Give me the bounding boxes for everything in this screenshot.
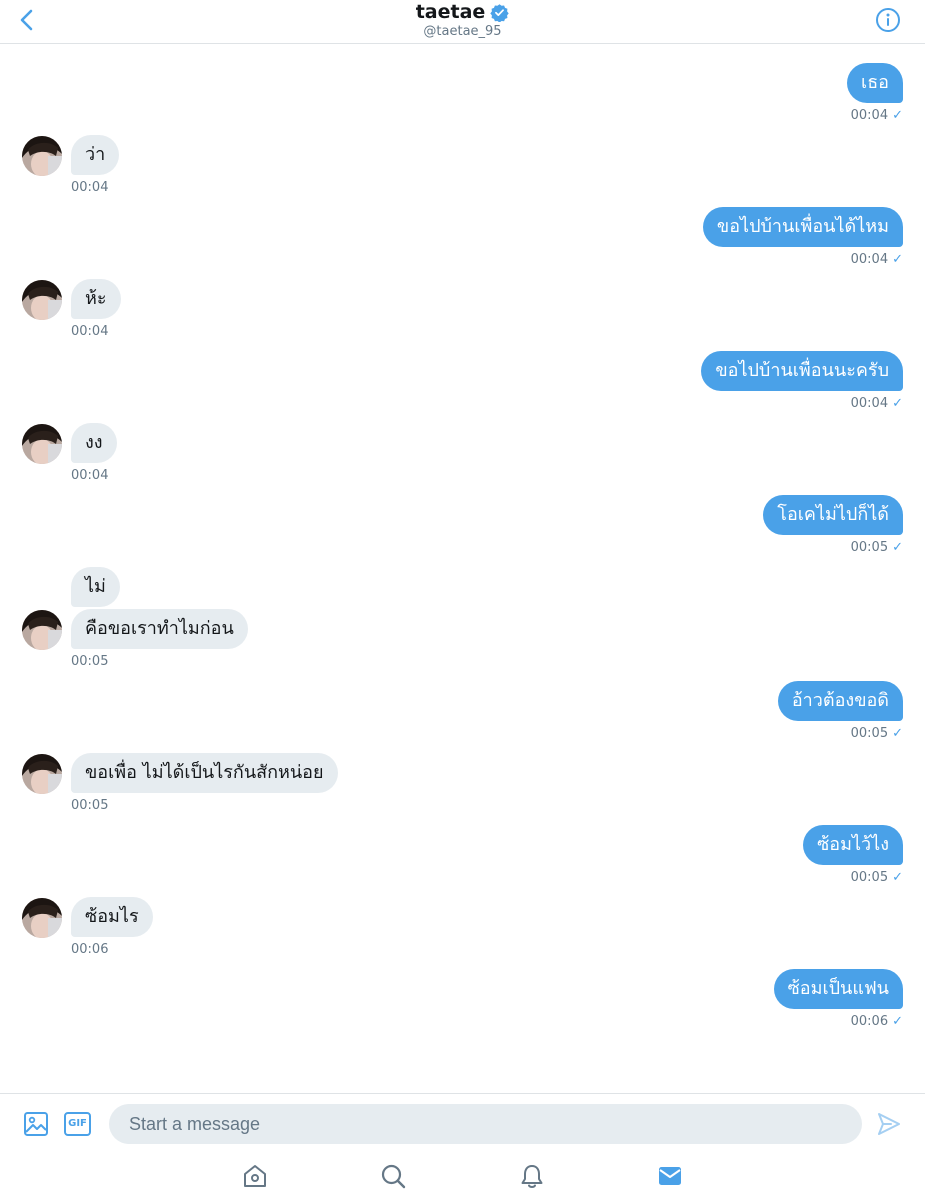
message-bubble: ซ้อมไว้ไง (803, 825, 903, 865)
message-meta: 00:05 ✓ (763, 540, 903, 556)
message-time: 00:04 (850, 396, 889, 411)
message-incoming[interactable]: ไม่ (71, 567, 120, 607)
message-meta: 00:04 ✓ (847, 108, 903, 124)
message-bubble: ซ้อมเป็นแฟน (773, 969, 903, 1009)
conversation-title: taetae (415, 1, 486, 23)
message-time: 00:04 (850, 108, 889, 123)
message-time: 00:04 (71, 468, 109, 483)
message-bubble: ขอไปบ้านเพื่อนนะครับ (701, 351, 903, 391)
message-time: 00:05 (850, 870, 889, 885)
mail-icon[interactable] (657, 1163, 683, 1189)
message-time: 00:05 (71, 654, 109, 669)
bell-icon[interactable] (519, 1163, 545, 1189)
message-outgoing[interactable]: เธอ 00:04 ✓ (847, 63, 903, 124)
message-time: 00:04 (850, 252, 889, 267)
message-meta: 00:04 ✓ (701, 396, 903, 412)
avatar[interactable] (22, 424, 62, 464)
message-composer: GIF (0, 1093, 925, 1155)
message-outgoing[interactable]: ขอไปบ้านเพื่อนได้ไหม 00:04 ✓ (702, 207, 903, 268)
message-time: 00:05 (850, 540, 889, 555)
message-outgoing[interactable]: ขอไปบ้านเพื่อนนะครับ 00:04 ✓ (701, 351, 903, 412)
message-outgoing[interactable]: อ้าวต้องขอดิ 00:05 ✓ (777, 681, 903, 742)
avatar[interactable] (22, 280, 62, 320)
sent-check-icon: ✓ (892, 540, 903, 555)
sent-check-icon: ✓ (892, 396, 903, 411)
message-bubble: ขอไปบ้านเพื่อนได้ไหม (702, 207, 903, 247)
image-icon[interactable] (23, 1111, 49, 1137)
bottom-tab-bar (0, 1155, 925, 1200)
message-incoming[interactable]: ห้ะ 00:04 (71, 279, 121, 340)
message-meta: 00:04 ✓ (703, 252, 903, 268)
sent-check-icon: ✓ (892, 108, 903, 123)
message-bubble: ห้ะ (71, 279, 121, 319)
message-meta: 00:05 ✓ (778, 726, 903, 742)
message-incoming[interactable]: ซ้อมไร 00:06 (71, 897, 153, 958)
message-incoming[interactable]: ว่า 00:04 (71, 135, 120, 196)
message-outgoing[interactable]: ซ้อมเป็นแฟน 00:06 ✓ (773, 969, 903, 1030)
sent-check-icon: ✓ (892, 252, 903, 267)
message-bubble: คือขอเราทำไมก่อน (71, 609, 248, 649)
avatar[interactable] (22, 754, 62, 794)
message-bubble: อ้าวต้องขอดิ (777, 681, 903, 721)
message-time: 00:06 (850, 1014, 889, 1029)
message-bubble: ไม่ (71, 567, 120, 607)
message-input[interactable] (109, 1104, 862, 1144)
message-meta: 00:06 ✓ (774, 1014, 903, 1030)
message-bubble: ซ้อมไร (71, 897, 153, 937)
message-time: 00:05 (71, 798, 109, 813)
message-outgoing[interactable]: โอเคไม่ไปก็ได้ 00:05 ✓ (763, 495, 903, 556)
info-icon[interactable] (875, 7, 901, 33)
message-time: 00:05 (850, 726, 889, 741)
message-incoming[interactable]: งง 00:04 (71, 423, 117, 484)
message-bubble: ขอเพื่อ ไม่ได้เป็นไรกันสักหน่อย (71, 753, 338, 793)
verified-badge-icon (490, 3, 509, 22)
conversation-title-block[interactable]: taetae @taetae_95 (0, 0, 925, 40)
sent-check-icon: ✓ (892, 726, 903, 741)
message-time: 00:04 (71, 180, 109, 195)
conversation-header: taetae @taetae_95 (0, 0, 925, 44)
gif-button[interactable]: GIF (64, 1112, 91, 1136)
message-thread[interactable]: เธอ 00:04 ✓ ว่า 00:04 ขอไปบ้านเพื่อนได้ไห… (0, 45, 925, 1093)
message-bubble: งง (71, 423, 117, 463)
conversation-handle: @taetae_95 (423, 24, 502, 39)
avatar[interactable] (22, 136, 62, 176)
message-time: 00:04 (71, 324, 109, 339)
avatar[interactable] (22, 898, 62, 938)
message-bubble: โอเคไม่ไปก็ได้ (763, 495, 903, 535)
sent-check-icon: ✓ (892, 870, 903, 885)
search-icon[interactable] (380, 1163, 406, 1189)
message-bubble: ว่า (71, 135, 120, 175)
message-outgoing[interactable]: ซ้อมไว้ไง 00:05 ✓ (803, 825, 903, 886)
message-time: 00:06 (71, 942, 109, 957)
avatar[interactable] (22, 610, 62, 650)
send-icon[interactable] (876, 1111, 902, 1137)
home-icon[interactable] (242, 1163, 268, 1189)
message-bubble: เธอ (847, 63, 903, 103)
message-meta: 00:05 ✓ (803, 870, 903, 886)
message-incoming[interactable]: ขอเพื่อ ไม่ได้เป็นไรกันสักหน่อย 00:05 (71, 753, 338, 814)
message-incoming[interactable]: คือขอเราทำไมก่อน 00:05 (71, 609, 248, 670)
sent-check-icon: ✓ (892, 1014, 903, 1029)
